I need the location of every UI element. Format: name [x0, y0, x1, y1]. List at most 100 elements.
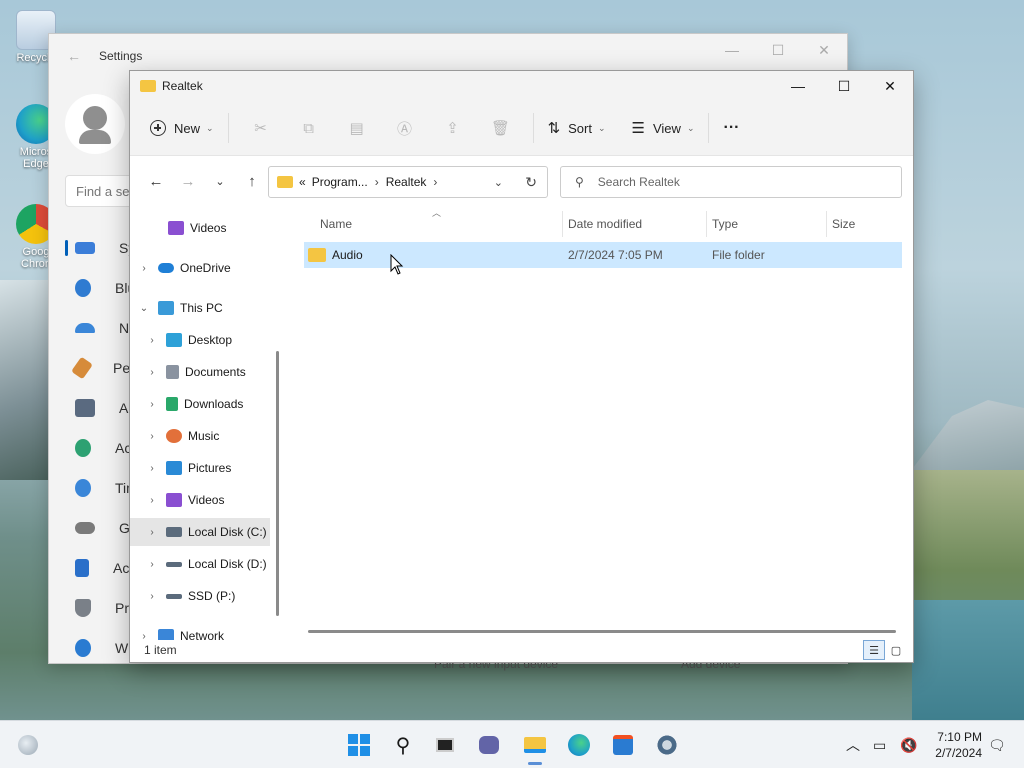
- nav-pane-scrollbar[interactable]: [276, 351, 279, 616]
- copy-icon[interactable]: ⧉: [285, 112, 333, 144]
- column-header-type[interactable]: Type: [712, 211, 738, 237]
- chevron-right-icon[interactable]: ›: [375, 175, 379, 189]
- nav-item-ssd-p[interactable]: › SSD (P:): [130, 582, 270, 610]
- chevron-right-icon[interactable]: ›: [144, 399, 160, 410]
- nav-item-label: Pictures: [188, 461, 232, 475]
- column-header-size[interactable]: Size: [832, 211, 855, 237]
- more-options-button[interactable]: ···: [717, 112, 745, 144]
- chevron-right-icon[interactable]: ›: [136, 263, 152, 274]
- maximize-button[interactable]: ☐: [755, 34, 801, 66]
- chevron-right-icon[interactable]: ›: [144, 431, 160, 442]
- view-button[interactable]: ☰ View ⌄: [626, 112, 701, 144]
- chevron-right-icon[interactable]: ›: [144, 591, 160, 602]
- settings-icon[interactable]: [653, 731, 681, 759]
- back-arrow-icon[interactable]: ←: [67, 48, 81, 64]
- local-disk-icon: [166, 527, 182, 537]
- avatar[interactable]: [65, 94, 125, 154]
- column-divider[interactable]: [706, 211, 707, 237]
- breadcrumb-item[interactable]: Realtek: [386, 175, 427, 189]
- horizontal-scrollbar[interactable]: [308, 630, 896, 633]
- file-explorer-window[interactable]: Realtek — ☐ ✕ New ⌄ ✂ ⧉ ▤ Ⓐ ⇪ 🗑 ⇅ Sort ⌄…: [129, 70, 914, 663]
- task-view-icon[interactable]: [431, 731, 459, 759]
- file-type-cell: File folder: [712, 248, 765, 262]
- onedrive-icon: [158, 263, 174, 273]
- breadcrumb-item[interactable]: Program...: [312, 175, 368, 189]
- details-view-icon[interactable]: ☰: [863, 640, 885, 660]
- chevron-right-icon[interactable]: ›: [433, 175, 437, 189]
- sort-icon: ⇅: [547, 120, 561, 137]
- close-button[interactable]: ✕: [867, 71, 913, 101]
- delete-icon[interactable]: 🗑: [477, 112, 525, 144]
- column-divider[interactable]: [826, 211, 827, 237]
- breadcrumb-overflow[interactable]: «: [299, 175, 306, 189]
- drive-icon: [166, 593, 182, 599]
- chevron-down-icon[interactable]: ⌄: [494, 176, 503, 189]
- downloads-icon: [166, 397, 178, 411]
- chevron-down-icon[interactable]: ⌄: [136, 303, 152, 314]
- chevron-right-icon[interactable]: ›: [144, 463, 160, 474]
- nav-item-label: Music: [188, 429, 220, 443]
- chevron-down-icon: ⌄: [597, 122, 606, 133]
- nav-item-this-pc[interactable]: ⌄ This PC: [130, 294, 270, 322]
- tray-overflow-chevron-icon[interactable]: ︿: [846, 721, 860, 768]
- forward-arrow-icon[interactable]: →: [172, 166, 204, 196]
- videos-icon: [166, 493, 182, 507]
- chevron-right-icon[interactable]: ›: [144, 335, 160, 346]
- chevron-down-icon: ⌄: [206, 122, 214, 133]
- chevron-right-icon[interactable]: ›: [144, 527, 160, 538]
- nav-item-label: Local Disk (D:): [188, 557, 267, 571]
- nav-item-local-disk-d[interactable]: › Local Disk (D:): [130, 550, 270, 578]
- chevron-right-icon[interactable]: ›: [144, 367, 160, 378]
- chat-icon[interactable]: [475, 731, 503, 759]
- nav-item-music[interactable]: › Music: [130, 422, 270, 450]
- nav-item-downloads[interactable]: › Downloads: [130, 390, 270, 418]
- nav-item-label: Videos: [188, 493, 225, 507]
- search-input[interactable]: ⚲ Search Realtek: [560, 166, 902, 198]
- file-name: Audio: [332, 248, 363, 262]
- refresh-icon[interactable]: ↻: [525, 174, 537, 191]
- minimize-button[interactable]: —: [775, 71, 821, 101]
- chevron-right-icon[interactable]: ›: [144, 495, 160, 506]
- search-icon[interactable]: ⚲: [389, 731, 417, 759]
- recent-locations-chevron-icon[interactable]: ⌄: [204, 166, 236, 196]
- clock[interactable]: 7:10 PM 2/7/2024: [935, 729, 982, 761]
- paste-icon[interactable]: ▤: [333, 112, 381, 144]
- folder-icon: [308, 248, 326, 262]
- nav-item-desktop[interactable]: › Desktop: [130, 326, 270, 354]
- column-header-name[interactable]: Name: [320, 211, 352, 237]
- nav-item-local-disk-c[interactable]: › Local Disk (C:): [130, 518, 270, 546]
- videos-icon: [168, 221, 184, 235]
- large-icons-view-icon[interactable]: ▢: [885, 640, 907, 660]
- share-icon[interactable]: ⇪: [429, 112, 477, 144]
- volume-muted-icon[interactable]: 🔇: [900, 721, 917, 768]
- nav-item-pictures[interactable]: › Pictures: [130, 454, 270, 482]
- column-divider[interactable]: [562, 211, 563, 237]
- network-status-icon[interactable]: ▭: [873, 721, 886, 768]
- cut-icon[interactable]: ✂: [237, 112, 285, 144]
- nav-item-videos[interactable]: › Videos: [130, 486, 270, 514]
- minimize-button[interactable]: —: [709, 34, 755, 66]
- column-header-date-modified[interactable]: Date modified: [568, 211, 642, 237]
- time-icon: [75, 479, 91, 497]
- nav-item-onedrive[interactable]: › OneDrive: [130, 254, 270, 282]
- maximize-button[interactable]: ☐: [821, 71, 867, 101]
- sort-button[interactable]: ⇅ Sort ⌄: [542, 112, 612, 144]
- settings-search-input[interactable]: Find a se: [65, 175, 135, 207]
- close-button[interactable]: ✕: [801, 34, 847, 66]
- settings-title: Settings: [99, 49, 143, 63]
- file-explorer-icon[interactable]: [521, 731, 549, 765]
- new-button[interactable]: New ⌄: [144, 112, 220, 144]
- widgets-icon[interactable]: [14, 731, 42, 759]
- store-icon[interactable]: [609, 731, 637, 759]
- start-button[interactable]: [345, 731, 373, 759]
- rename-icon[interactable]: Ⓐ: [381, 112, 429, 144]
- address-bar[interactable]: « Program... › Realtek › ⌄ ↻: [268, 166, 548, 198]
- back-arrow-icon[interactable]: ←: [140, 166, 172, 196]
- notification-icon[interactable]: 🗨: [988, 721, 1006, 768]
- edge-icon[interactable]: [565, 731, 593, 759]
- up-arrow-icon[interactable]: ↑: [236, 166, 268, 196]
- nav-item-documents[interactable]: › Documents: [130, 358, 270, 386]
- nav-item-videos[interactable]: Videos: [130, 214, 270, 242]
- file-date-cell: 2/7/2024 7:05 PM: [568, 248, 663, 262]
- chevron-right-icon[interactable]: ›: [144, 559, 160, 570]
